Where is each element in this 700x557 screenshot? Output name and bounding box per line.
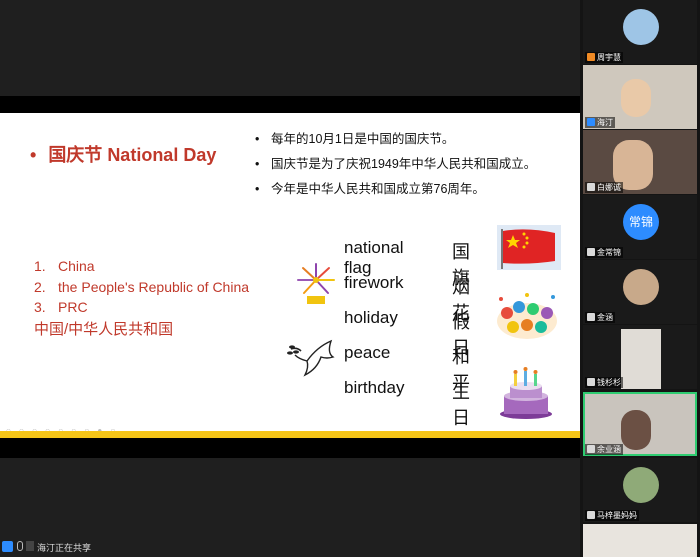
birthday-cake-image [500, 367, 552, 419]
mic-icon [587, 313, 595, 321]
name-item: 2. the People's Republic of China [34, 278, 250, 295]
fact-item: • 国庆节是为了庆祝1949年中华人民共和国成立。 [255, 157, 537, 171]
person-icon [2, 541, 13, 552]
presentation-top-bar [0, 96, 580, 113]
participant-name: 白娜诚 [585, 182, 623, 193]
share-status-bar: 海汀正在共享 [0, 538, 100, 557]
mic-icon [587, 445, 595, 453]
participant-panel: 周宇慧 海汀 白娜诚 常锦 金常锦 金涵 钱杉杉 余业涵 马梓墨妈妈 [580, 0, 700, 557]
video-feed [621, 79, 651, 117]
video-feed [621, 410, 651, 450]
fact-item: • 今年是中华人民共和国成立第76周年。 [255, 182, 485, 196]
mic-icon [587, 511, 595, 519]
participant-tile[interactable]: 钱杉杉 [583, 325, 697, 389]
firework-image [297, 263, 335, 304]
name-chinese: 中国/中华人民共和国 [34, 320, 174, 338]
avatar [623, 269, 659, 305]
participant-tile[interactable] [583, 524, 697, 557]
participant-tile[interactable]: 周宇慧 [583, 0, 697, 64]
participant-name: 余业涵 [585, 444, 623, 455]
participant-tile[interactable]: 常锦 金常锦 [583, 195, 697, 259]
facts-list: • 每年的10月1日是中国的国庆节。 • 国庆节是为了庆祝1949年中华人民共和国成… [255, 127, 536, 202]
slide-title: • 国庆节 National Day [30, 141, 216, 167]
slide: • 国庆节 National Day • 每年的10月1日是中国的国庆节。 • 国庆节… [0, 113, 580, 435]
participant-name: 钱杉杉 [585, 377, 623, 388]
name-item: 3. PRC [34, 299, 88, 315]
participant-tile[interactable]: 马梓墨妈妈 [583, 458, 697, 522]
person-icon [587, 118, 595, 126]
slide-footer-strip [0, 438, 580, 458]
title-bullet: • [30, 145, 37, 165]
participant-name: 金常锦 [585, 247, 623, 258]
sharing-status-text: 海汀正在共享 [37, 543, 92, 553]
slide-title-text: 国庆节 National Day [48, 145, 217, 165]
fact-item: • 每年的10月1日是中国的国庆节。 [255, 132, 455, 146]
slide-bottom-bar [0, 431, 580, 438]
mic-icon [587, 378, 595, 386]
avatar [623, 9, 659, 45]
mic-icon [587, 183, 595, 191]
video-feed [621, 329, 661, 389]
peace-dove-image [287, 339, 335, 377]
participant-name: 周宇慧 [585, 52, 623, 63]
participant-tile[interactable]: 白娜诚 [583, 130, 697, 194]
screen-share-icon [26, 541, 34, 551]
name-item: 1. China [34, 258, 95, 274]
mic-icon[interactable] [17, 541, 23, 551]
china-flag-image [497, 225, 561, 270]
participant-tile[interactable]: 海汀 [583, 65, 697, 129]
participant-name: 海汀 [585, 117, 615, 128]
holiday-image [497, 293, 557, 339]
participant-name: 金涵 [585, 312, 615, 323]
avatar [623, 467, 659, 503]
avatar: 常锦 [623, 204, 659, 240]
participant-name: 马梓墨妈妈 [585, 510, 639, 521]
participant-tile[interactable]: 金涵 [583, 260, 697, 324]
host-icon [587, 53, 595, 61]
mic-icon [587, 248, 595, 256]
country-names-list: 1. China 2. the People's Republic of China… [34, 256, 249, 340]
participant-tile-active[interactable]: 余业涵 [583, 392, 697, 456]
